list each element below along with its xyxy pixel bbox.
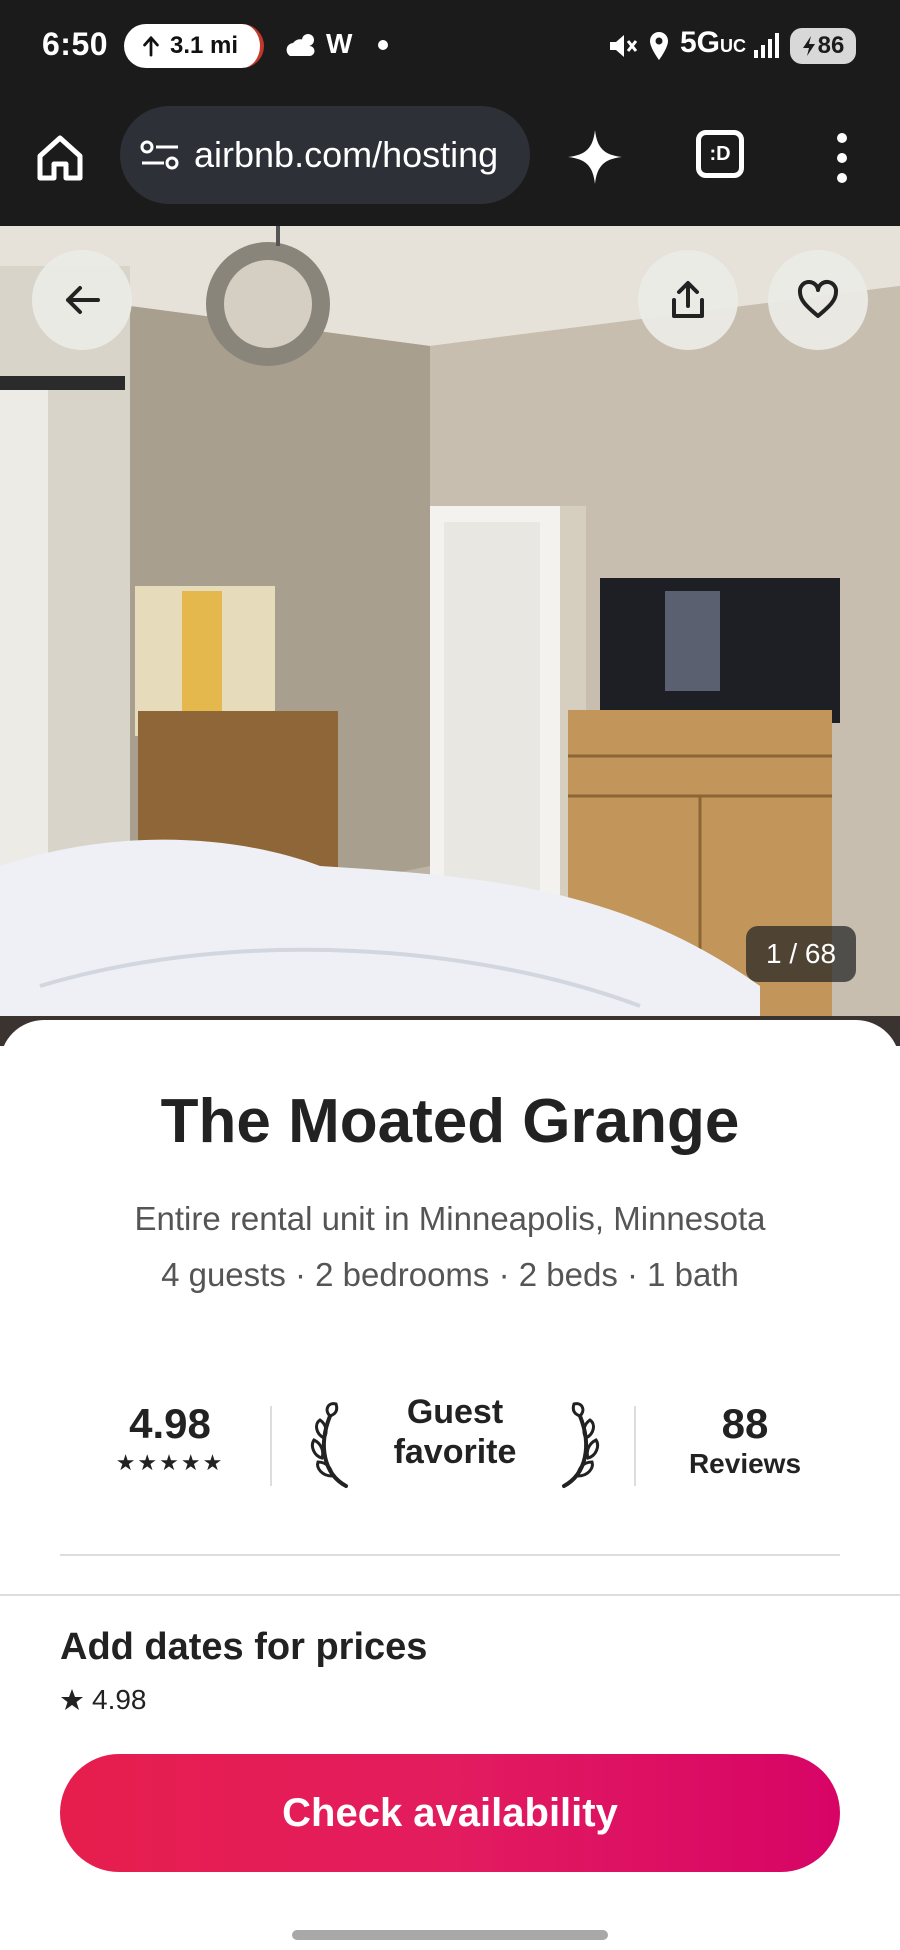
url-text: airbnb.com/hosting <box>194 134 499 175</box>
vibrate-mute-icon <box>610 35 638 57</box>
heart-icon <box>797 280 839 318</box>
reviews-label: Reviews <box>688 1448 802 1479</box>
bedroom-photo <box>0 226 900 1046</box>
weather-app-letter: W <box>326 28 353 59</box>
photo-counter: 1 / 68 <box>746 926 857 982</box>
gesture-navigation-bar[interactable] <box>292 1930 608 1940</box>
rating-value: 4.98 <box>129 1400 211 1447</box>
status-time: 6:50 <box>42 26 109 62</box>
site-settings-icon[interactable] <box>140 139 180 171</box>
home-icon[interactable] <box>32 130 88 186</box>
address-bar[interactable]: airbnb.com/hosting <box>120 106 530 204</box>
section-divider <box>60 1554 840 1556</box>
battery-indicator: 86 <box>790 28 856 64</box>
sparkle-icon[interactable] <box>566 128 624 186</box>
price-prompt: Add dates for prices <box>60 1626 428 1668</box>
listing-capacity: 4 guests · 2 bedrooms · 2 beds · 1 bath <box>161 1256 739 1293</box>
guest-favorite-label: Guest favorite <box>393 1393 517 1471</box>
rating-summary: 4.98 ★★★★★ <box>90 1400 250 1476</box>
laurel-left-icon <box>310 1402 348 1488</box>
status-bar: 6:50 3.1 mi W 5GUC 86 <box>0 0 900 92</box>
listing-type-location: Entire rental unit in Minneapolis, Minne… <box>134 1200 766 1237</box>
check-availability-button[interactable]: Check availability <box>60 1754 840 1872</box>
footer-rating-value: 4.98 <box>92 1684 147 1715</box>
listing-summary-card: The Moated Grange Entire rental unit in … <box>0 1020 900 1600</box>
listing-photo[interactable]: 1 / 68 <box>0 226 900 1046</box>
location-icon <box>650 32 668 60</box>
notification-dot <box>378 40 388 50</box>
battery-level: 86 <box>817 32 845 59</box>
arrow-up-icon <box>143 36 159 57</box>
navigation-pill[interactable]: 3.1 mi <box>124 24 264 68</box>
listing-title: The Moated Grange <box>160 1087 740 1156</box>
nav-distance: 3.1 mi <box>170 32 239 59</box>
share-button[interactable] <box>638 250 738 350</box>
signal-icon <box>754 33 779 58</box>
listing-stats: 4.98 ★★★★★ Guest favorite 88 Reviews <box>60 1390 840 1500</box>
arrow-left-icon <box>66 286 100 314</box>
save-to-wishlist-button[interactable] <box>768 250 868 350</box>
browser-toolbar: airbnb.com/hosting :D <box>0 92 900 226</box>
guest-favorite-badge: Guest favorite <box>310 1390 600 1500</box>
footer-rating: 4.98 <box>60 1684 147 1716</box>
tab-switcher-button[interactable]: :D <box>696 130 744 178</box>
stats-divider <box>270 1406 272 1486</box>
back-button[interactable] <box>32 250 132 350</box>
partly-cloudy-icon <box>286 34 315 56</box>
laurel-right-icon <box>562 1402 600 1488</box>
booking-footer: Add dates for prices 4.98 Check availabi… <box>0 1594 900 1950</box>
reviews-summary[interactable]: 88 Reviews <box>670 1400 820 1480</box>
stats-divider <box>634 1406 636 1486</box>
share-icon <box>672 281 704 318</box>
star-rating-icons: ★★★★★ <box>115 1450 225 1475</box>
star-icon <box>61 1689 83 1710</box>
more-vert-icon[interactable] <box>822 128 862 188</box>
reviews-count: 88 <box>721 1400 769 1447</box>
network-label: 5GUC <box>680 26 747 59</box>
charging-bolt-icon <box>802 36 815 56</box>
